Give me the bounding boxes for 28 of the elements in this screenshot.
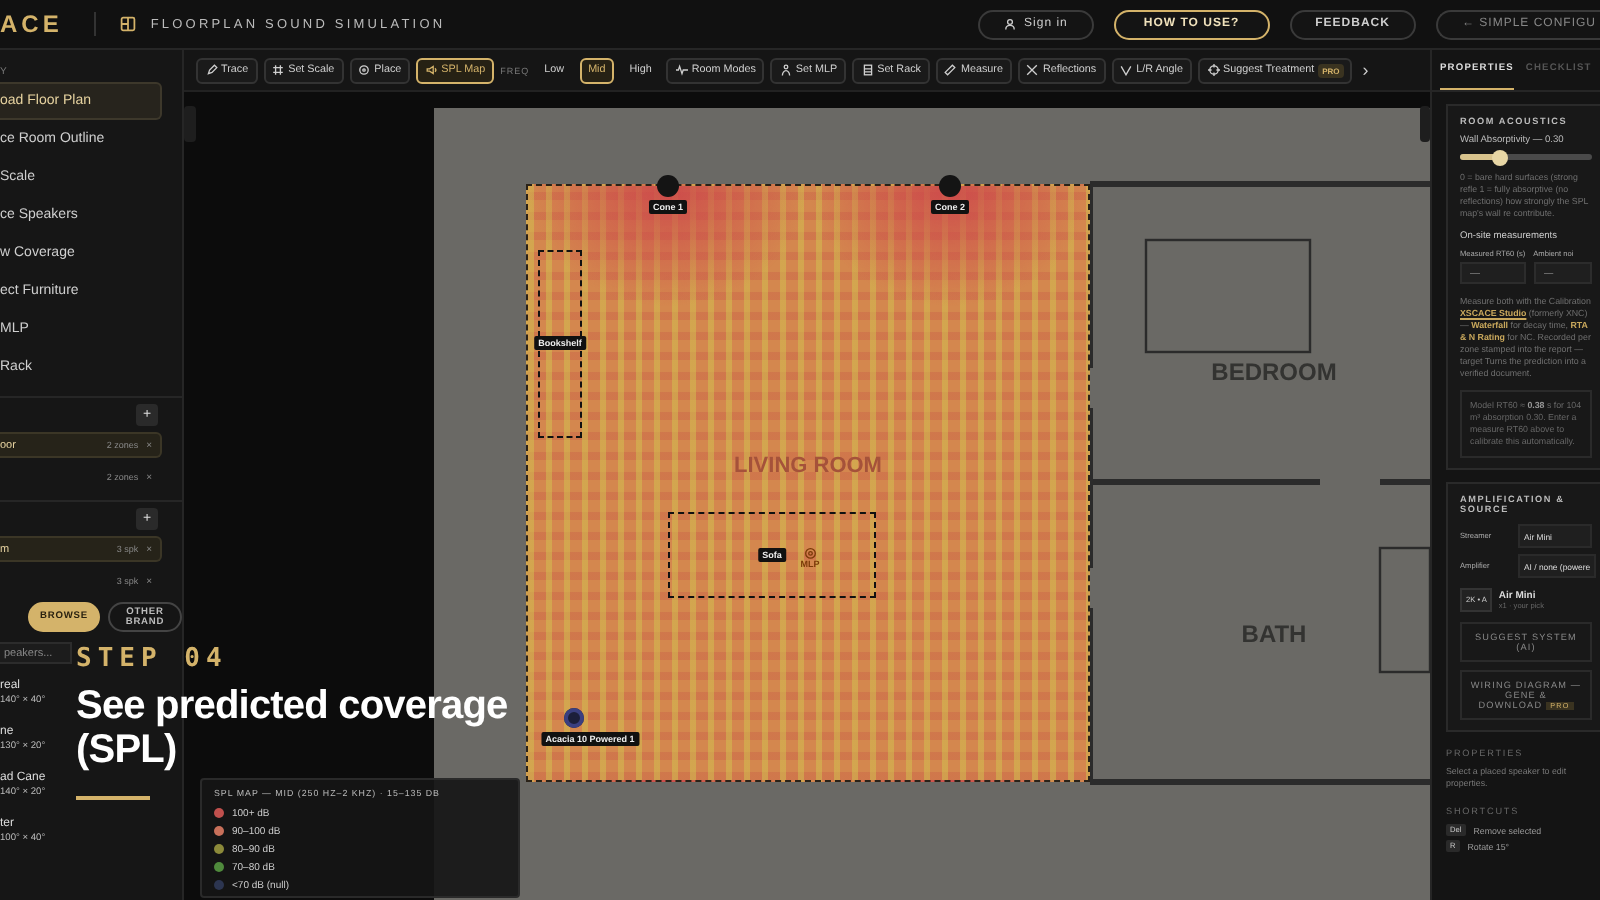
room-label: BATH (1241, 620, 1307, 648)
ruler-icon (944, 64, 957, 76)
absorptivity-slider[interactable] (1460, 154, 1592, 160)
target-icon (804, 547, 816, 560)
rack-icon (861, 64, 874, 76)
wave-icon (675, 64, 688, 76)
room-label: BEDROOM (1211, 358, 1337, 386)
room-label: LIVING ROOM (734, 454, 882, 478)
step-label: STEP 04 (76, 644, 228, 674)
collapse-handle[interactable] (1420, 106, 1430, 142)
slider-thumb[interactable] (1491, 149, 1508, 165)
crosshair-icon (1207, 64, 1220, 76)
crosshair-icon (358, 64, 371, 76)
angle-icon (1120, 64, 1133, 76)
collapse-handle[interactable] (184, 106, 196, 142)
step-title: See predicted coverage (SPL) (76, 684, 510, 772)
grid-icon (272, 64, 285, 76)
speaker-marker[interactable] (657, 175, 679, 197)
person-icon (779, 64, 792, 76)
speaker-icon (425, 64, 438, 76)
cross-arrows-icon (1026, 64, 1039, 76)
user-icon (1004, 18, 1017, 30)
speaker-marker[interactable] (939, 175, 961, 197)
logo-text: ACE (0, 10, 63, 38)
more-tools-button[interactable]: › (1358, 57, 1373, 83)
pen-icon (205, 64, 217, 76)
speaker-marker[interactable] (564, 708, 584, 728)
floor-plan-icon (120, 16, 137, 32)
